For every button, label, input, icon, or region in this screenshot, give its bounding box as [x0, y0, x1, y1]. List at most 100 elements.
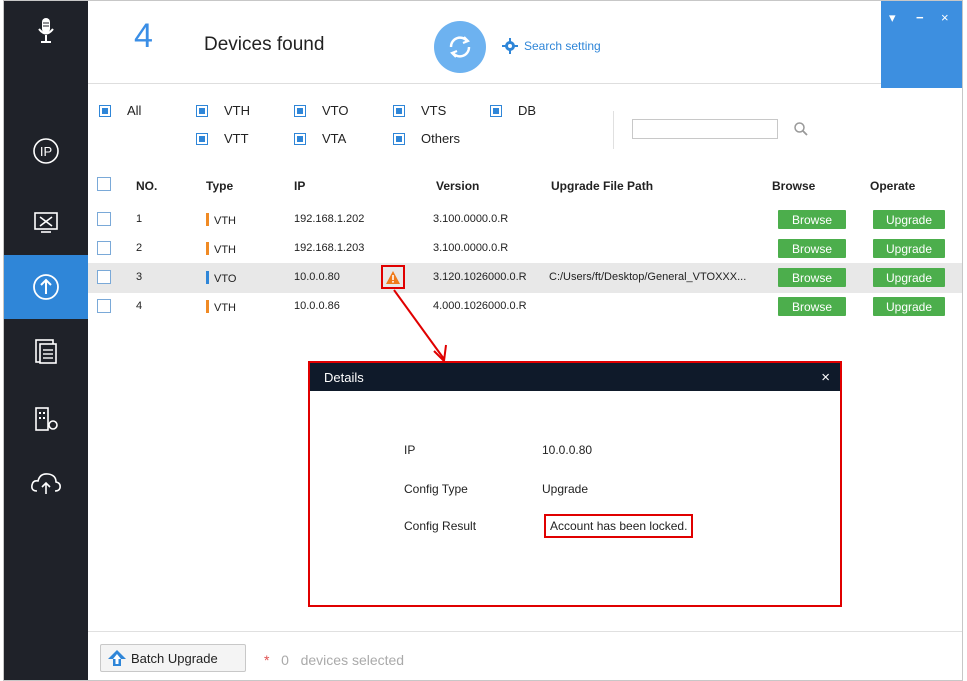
required-asterisk: * [264, 652, 270, 668]
sidebar-item-cloud[interactable] [4, 451, 88, 515]
filter-others-label: Others [421, 131, 461, 146]
row-ip: 10.0.0.80 [294, 271, 340, 283]
details-dialog: Details × IP 10.0.0.80 Config Type Upgra… [308, 361, 842, 607]
documents-icon [35, 339, 57, 364]
col-header-upgrade-file-path: Upgrade File Path [551, 179, 654, 193]
row-type: VTO [206, 271, 236, 285]
window-controls: ▾ − × [881, 1, 962, 88]
cloud-upload-icon [31, 473, 61, 494]
filter-vts[interactable]: VTS [393, 103, 446, 118]
filter-all[interactable]: All [99, 103, 141, 118]
warning-icon [386, 270, 400, 284]
filter-vta[interactable]: VTA [294, 131, 346, 146]
search-input[interactable] [632, 119, 778, 139]
svg-text:IP: IP [40, 144, 52, 159]
row-ip: 192.168.1.202 [294, 213, 365, 225]
checkbox-vto[interactable] [294, 104, 306, 117]
dialog-close-button[interactable]: × [821, 369, 830, 386]
sidebar-item-tools[interactable] [4, 191, 88, 255]
refresh-button[interactable] [434, 21, 486, 73]
checkbox-db[interactable] [490, 104, 502, 117]
type-indicator [206, 242, 209, 255]
batch-upgrade-button[interactable]: Batch Upgrade [100, 644, 246, 672]
checkbox-vta[interactable] [294, 132, 306, 145]
upgrade-button[interactable]: Upgrade [873, 239, 945, 258]
checkbox-vth[interactable] [196, 104, 208, 117]
filter-vta-label: VTA [322, 131, 347, 146]
building-settings-icon [35, 407, 58, 431]
checkbox-vts[interactable] [393, 104, 405, 117]
search-icon[interactable] [793, 121, 809, 137]
checkbox-others[interactable] [393, 132, 405, 145]
filter-vto[interactable]: VTO [294, 103, 349, 118]
bottom-bar: Batch Upgrade * 0 devices selected [88, 631, 962, 680]
row-version: 3.100.0000.0.R [433, 242, 509, 254]
menu-dropdown-icon[interactable]: ▾ [889, 10, 896, 26]
upgrade-button[interactable]: Upgrade [873, 268, 945, 287]
filter-others[interactable]: Others [393, 131, 460, 146]
checkbox-all[interactable] [99, 104, 111, 117]
row-ip: 192.168.1.203 [294, 242, 365, 254]
row-type-label: VTH [214, 215, 236, 227]
sidebar-item-ip[interactable]: IP [4, 119, 88, 183]
upgrade-button[interactable]: Upgrade [873, 297, 945, 316]
minimize-button[interactable]: − [916, 10, 924, 25]
filter-vto-label: VTO [322, 103, 349, 118]
type-indicator [206, 213, 209, 226]
table-row[interactable]: 2 VTH 192.168.1.203 3.100.0000.0.R Brows… [88, 234, 962, 264]
filter-divider [613, 111, 614, 149]
selected-label: devices selected [300, 652, 405, 668]
browse-button[interactable]: Browse [778, 210, 846, 229]
row-type-label: VTH [214, 302, 236, 314]
row-type-label: VTH [214, 244, 236, 256]
row-checkbox[interactable] [97, 299, 111, 313]
filter-db-label: DB [518, 103, 537, 118]
devices-found-label: Devices found [204, 34, 325, 55]
ip-icon: IP [33, 138, 59, 164]
browse-button[interactable]: Browse [778, 297, 846, 316]
refresh-icon [449, 36, 471, 58]
row-ip: 10.0.0.86 [294, 300, 340, 312]
selected-count: 0 [281, 652, 289, 668]
checkbox-select-all[interactable] [97, 177, 111, 191]
row-checkbox[interactable] [97, 241, 111, 255]
row-checkbox[interactable] [97, 212, 111, 226]
warning-icon-highlight[interactable] [381, 265, 405, 289]
upgrade-button[interactable]: Upgrade [873, 210, 945, 229]
close-window-button[interactable]: × [941, 10, 949, 25]
app-window: IP 4 Devices found Search setting ▾ − × … [3, 0, 963, 681]
filter-vtt[interactable]: VTT [196, 131, 249, 146]
sidebar-item-upgrade[interactable] [4, 255, 88, 319]
row-version: 3.120.1026000.0.R [433, 271, 527, 283]
row-no: 1 [136, 213, 143, 225]
search-setting-label: Search setting [524, 39, 601, 53]
col-header-version: Version [436, 179, 480, 193]
filter-vtt-label: VTT [224, 131, 249, 146]
batch-upgrade-icon [108, 650, 126, 666]
header: 4 Devices found Search setting [88, 1, 962, 84]
batch-upgrade-label: Batch Upgrade [131, 650, 218, 666]
device-count: 4 [134, 17, 153, 55]
filter-vth[interactable]: VTH [196, 103, 250, 118]
sidebar-item-documents[interactable] [4, 319, 88, 383]
browse-button[interactable]: Browse [778, 268, 846, 287]
table-row[interactable]: 1 VTH 192.168.1.202 3.100.0000.0.R Brows… [88, 205, 962, 235]
dialog-titlebar: Details × [310, 363, 840, 391]
ip-value: 10.0.0.80 [542, 443, 593, 457]
row-no: 3 [136, 271, 143, 283]
config-result-label: Config Result [404, 519, 477, 533]
table-row-selected[interactable]: 3 VTO 10.0.0.80 3.120.1026000.0.R C:/Use… [88, 263, 962, 293]
gear-icon [502, 38, 518, 54]
search-setting-link[interactable]: Search setting [502, 38, 601, 54]
table-row[interactable]: 4 VTH 10.0.0.86 4.000.1026000.0.R Browse… [88, 292, 962, 322]
row-checkbox[interactable] [97, 270, 111, 284]
row-type-label: VTO [214, 273, 237, 285]
col-header-ip: IP [294, 179, 306, 193]
checkbox-vtt[interactable] [196, 132, 208, 145]
col-header-operate: Operate [870, 179, 916, 193]
ip-label: IP [404, 443, 416, 457]
sidebar-item-building-settings[interactable] [4, 387, 88, 451]
filter-db[interactable]: DB [490, 103, 536, 118]
browse-button[interactable]: Browse [778, 239, 846, 258]
col-header-browse: Browse [772, 179, 816, 193]
